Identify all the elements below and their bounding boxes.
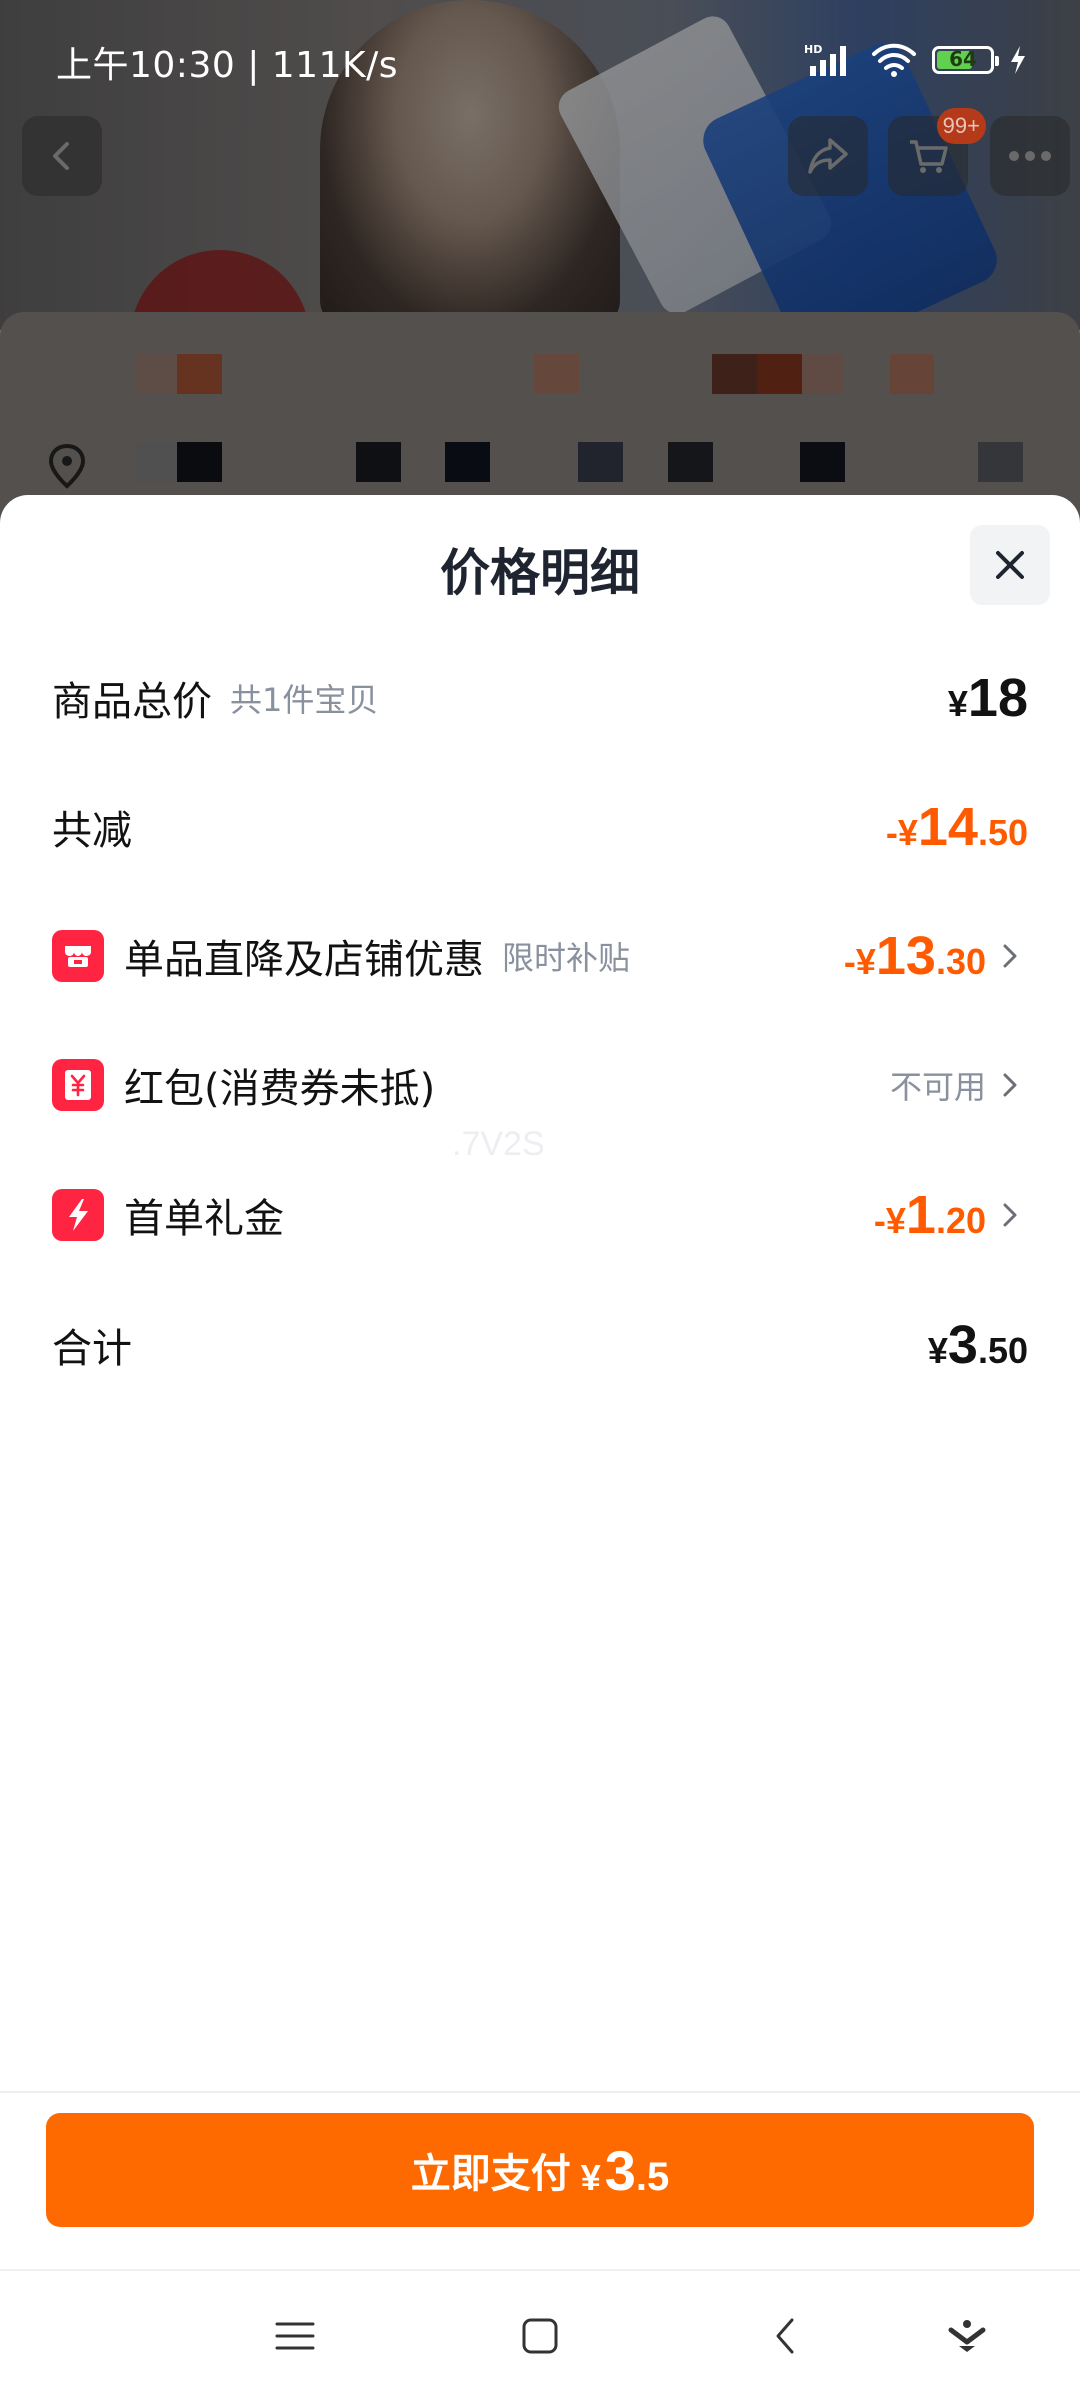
status-time: 上午10:30 | 111K/s	[56, 45, 398, 86]
back-button	[22, 116, 102, 196]
back-nav-button[interactable]	[750, 2301, 820, 2371]
battery-icon: 64	[932, 46, 999, 74]
close-button[interactable]	[970, 525, 1050, 605]
status-bar: 上午10:30 | 111K/s HD 64	[0, 0, 1080, 96]
subtotal-row: 商品总价 共1件宝贝 ¥18	[52, 658, 1028, 738]
chevron-right-icon	[1000, 941, 1020, 971]
red-packet-row[interactable]: 红包(消费券未抵) 不可用	[52, 1045, 1020, 1125]
home-button[interactable]	[505, 2301, 575, 2371]
cart-count-badge: 99+	[936, 108, 986, 144]
lightning-icon	[52, 1189, 104, 1241]
store-icon	[52, 930, 104, 982]
pay-now-button[interactable]: 立即支付 ¥3.5	[46, 2113, 1034, 2227]
menu-icon	[275, 2322, 315, 2350]
status-icons: HD 64	[804, 42, 1028, 78]
more-button	[990, 116, 1070, 196]
item-discount-amount: -¥ 13.30	[843, 926, 986, 986]
discount-total-label: 共减	[52, 808, 132, 854]
back-icon	[776, 2318, 794, 2354]
chevron-right-icon	[1000, 1070, 1020, 1100]
signal-icon: HD	[804, 43, 846, 76]
first-order-row[interactable]: 首单礼金 -¥ 1.20	[52, 1175, 1020, 1255]
total-label: 合计	[52, 1326, 132, 1372]
pay-amount: ¥3.5	[580, 2138, 670, 2202]
red-packet-status: 不可用	[889, 1068, 986, 1106]
cart-button: 99+	[888, 108, 986, 196]
subtotal-label: 商品总价	[52, 679, 212, 725]
close-icon	[996, 551, 1024, 579]
more-icon	[1009, 151, 1051, 161]
watermark-text: .7V2S	[452, 1125, 545, 1163]
first-order-label: 首单礼金	[124, 1196, 284, 1242]
assistant-button[interactable]	[932, 2301, 1002, 2371]
wifi-icon	[872, 43, 916, 77]
first-order-amount: -¥ 1.20	[873, 1185, 986, 1245]
charging-icon	[1011, 46, 1025, 74]
item-discount-label: 单品直降及店铺优惠	[124, 937, 484, 983]
system-nav-bar	[0, 2269, 1080, 2400]
menu-button[interactable]	[260, 2301, 330, 2371]
back-icon	[53, 142, 69, 170]
network-badge: HD	[804, 43, 822, 56]
home-icon	[522, 2318, 558, 2354]
total-row: 合计 ¥3.50	[52, 1305, 1028, 1385]
share-icon	[808, 138, 848, 174]
yen-coupon-icon	[52, 1059, 104, 1111]
pay-bar: 立即支付 ¥3.5	[0, 2091, 1080, 2271]
chevron-right-icon	[1000, 1200, 1020, 1230]
sheet-title: 价格明细	[440, 544, 640, 602]
subtotal-amount: ¥18	[947, 668, 1028, 728]
discount-total-amount: -¥ 14.50	[885, 797, 1028, 857]
pay-label: 立即支付	[410, 2151, 571, 2197]
battery-level: 64	[949, 47, 977, 71]
item-discount-tag: 限时补贴	[502, 939, 631, 977]
item-count: 共1件宝贝	[230, 681, 379, 719]
share-button	[788, 116, 868, 196]
screen: 99+ 上午10:30 | 111K/s HD 64 价格明细 商品总价 共1件…	[0, 0, 1080, 2400]
assistant-icon	[948, 2320, 986, 2352]
discount-total-row: 共减 -¥ 14.50	[52, 787, 1028, 867]
red-packet-label: 红包(消费券未抵)	[124, 1066, 436, 1112]
cart-icon	[910, 140, 948, 173]
total-amount: ¥3.50	[927, 1315, 1028, 1375]
item-discount-row[interactable]: 单品直降及店铺优惠 限时补贴 -¥ 13.30	[52, 916, 1020, 996]
